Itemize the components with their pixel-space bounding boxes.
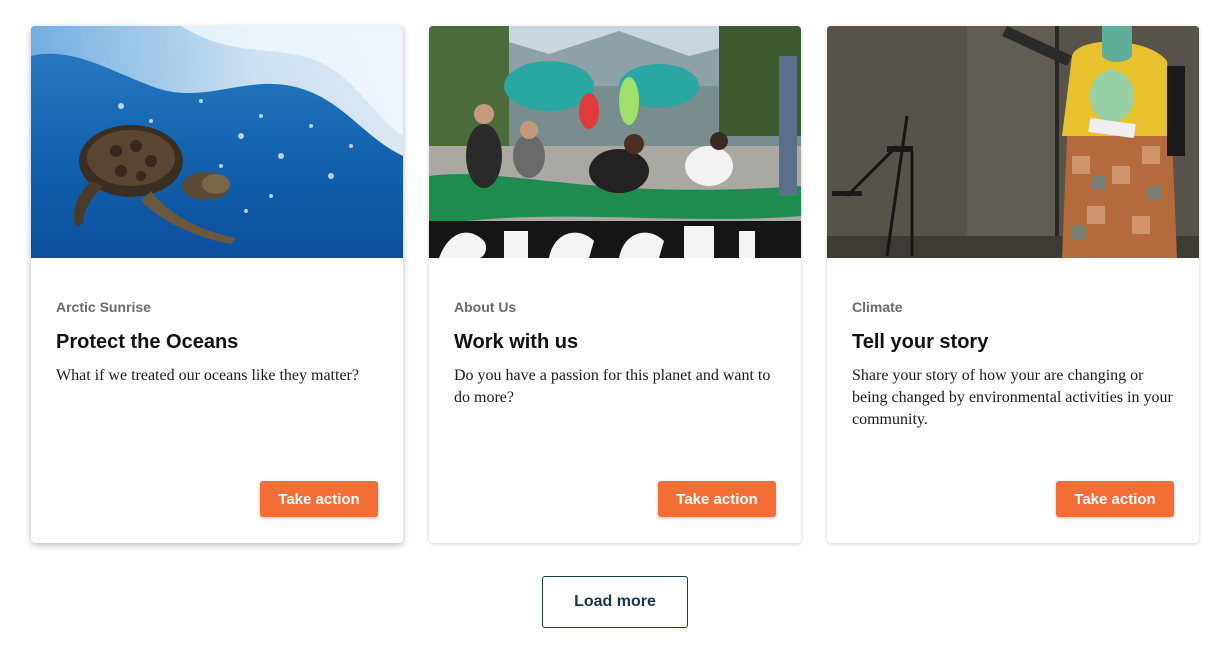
load-more-button[interactable]: Load more xyxy=(542,576,688,628)
take-action-button[interactable]: Take action xyxy=(658,481,776,517)
card-category[interactable]: Climate xyxy=(852,298,1174,316)
card-image-sea-turtle[interactable] xyxy=(31,26,403,258)
card-title[interactable]: Tell your story xyxy=(852,330,1174,354)
card-tell-your-story: Climate Tell your story Share your story… xyxy=(827,26,1199,543)
card-category[interactable]: About Us xyxy=(454,298,776,316)
card-protect-oceans: Arctic Sunrise Protect the Oceans What i… xyxy=(31,26,403,543)
card-image-street-mural[interactable] xyxy=(429,26,801,258)
take-action-button[interactable]: Take action xyxy=(260,481,378,517)
card-grid: Arctic Sunrise Protect the Oceans What i… xyxy=(31,26,1199,543)
take-action-button[interactable]: Take action xyxy=(1056,481,1174,517)
card-body: Climate Tell your story Share your story… xyxy=(852,298,1174,431)
card-description: Share your story of how your are changin… xyxy=(852,367,1173,428)
card-image-speaker[interactable] xyxy=(827,26,1199,258)
card-work-with-us: About Us Work with us Do you have a pass… xyxy=(429,26,801,543)
card-title[interactable]: Work with us xyxy=(454,330,776,354)
card-title[interactable]: Protect the Oceans xyxy=(56,330,378,354)
card-category[interactable]: Arctic Sunrise xyxy=(56,298,378,316)
card-description: Do you have a passion for this planet an… xyxy=(454,367,771,406)
card-body: Arctic Sunrise Protect the Oceans What i… xyxy=(56,298,378,387)
card-description: What if we treated our oceans like they … xyxy=(56,367,359,384)
card-body: About Us Work with us Do you have a pass… xyxy=(454,298,776,409)
